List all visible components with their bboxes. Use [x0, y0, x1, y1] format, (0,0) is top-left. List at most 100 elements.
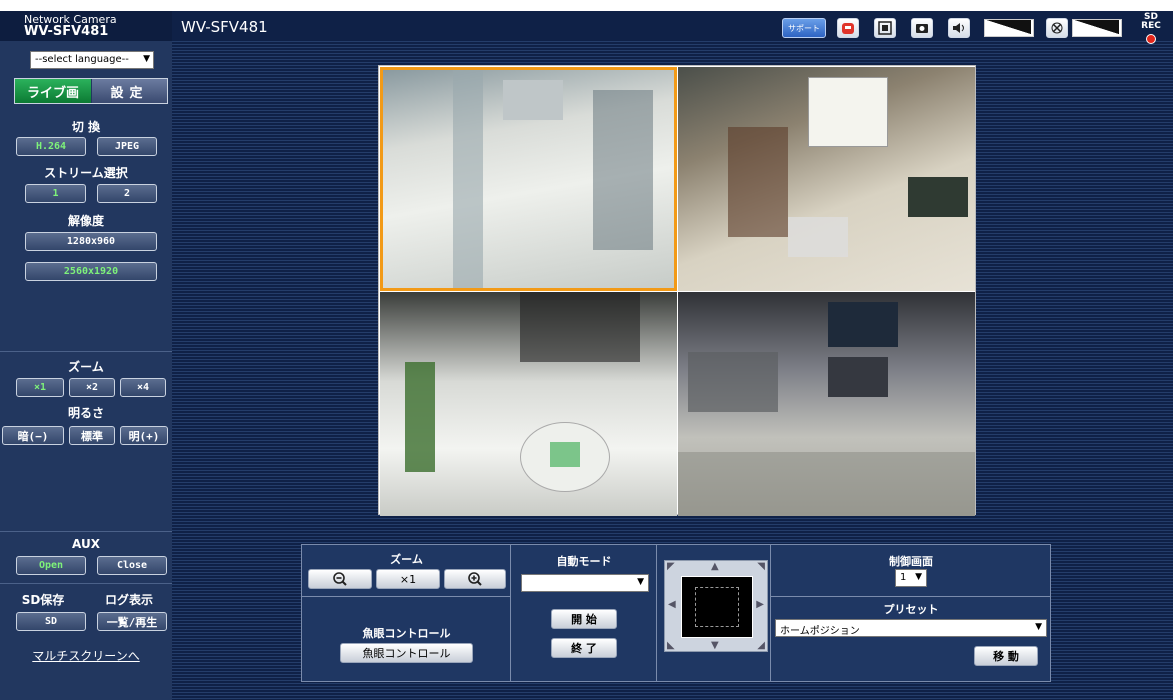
up-arrow-icon[interactable]: ▲: [711, 561, 719, 572]
divider: [302, 596, 511, 597]
record-dot-icon: [1146, 34, 1156, 44]
zoom-x2-button[interactable]: ×2: [69, 378, 115, 397]
tab-settings[interactable]: 設定: [92, 79, 167, 103]
language-select[interactable]: --select language-- ▼: [30, 51, 154, 69]
control-screen-label: 制御画面: [889, 555, 933, 568]
sd-save-label: SD保存: [21, 593, 65, 607]
control-screen-select[interactable]: 1 ▼: [895, 569, 927, 587]
video-quadrant-1[interactable]: [380, 67, 677, 291]
fullscreen-button[interactable]: [874, 18, 896, 38]
crosshair: [695, 587, 739, 627]
video-quadrant-4[interactable]: [678, 292, 975, 516]
camera-app: Network Camera WV-SFV481 WV-SFV481 サポート …: [0, 11, 1173, 700]
video-quadrant-2[interactable]: [678, 67, 975, 291]
right-arrow-icon[interactable]: ▶: [756, 599, 764, 610]
brightness-dark-button[interactable]: 暗(−): [2, 426, 64, 445]
zoom-x1-button[interactable]: ×1: [376, 569, 440, 589]
divider: [0, 351, 172, 352]
brightness-standard-button[interactable]: 標準: [69, 426, 115, 445]
move-button[interactable]: 移 動: [974, 646, 1038, 666]
top-header: Network Camera WV-SFV481 WV-SFV481 サポート …: [0, 11, 1173, 44]
tab-live[interactable]: ライブ画: [15, 79, 91, 103]
control-screen-value: 1: [900, 572, 907, 583]
divider: [771, 596, 1051, 597]
brightness-light-button[interactable]: 明(+): [120, 426, 168, 445]
speaker-button[interactable]: [948, 18, 970, 38]
start-button[interactable]: 開 始: [551, 609, 617, 629]
page-title: WV-SFV481: [181, 18, 268, 36]
aux-label: AUX: [72, 537, 100, 551]
preset-label: プリセット: [883, 603, 939, 616]
auto-mode-label: 自動モード: [556, 555, 612, 568]
stream-1-button[interactable]: 1: [25, 184, 86, 203]
zoom-x1-button[interactable]: ×1: [16, 378, 64, 397]
stream-2-button[interactable]: 2: [97, 184, 157, 203]
down-right-arrow-icon[interactable]: ◢: [757, 640, 765, 651]
down-left-arrow-icon[interactable]: ◣: [667, 640, 675, 651]
speaker-icon: [953, 23, 964, 33]
switch-label: 切 換: [71, 120, 101, 134]
preset-value: ホームポジション: [780, 626, 860, 637]
chevron-down-icon: ▼: [143, 54, 150, 64]
sd-button[interactable]: SD: [16, 612, 86, 631]
brightness-label: 明るさ: [67, 406, 104, 420]
mic-muted-icon: [1051, 22, 1063, 34]
left-arrow-icon[interactable]: ◀: [668, 599, 676, 610]
chevron-down-icon: ▼: [1035, 622, 1042, 632]
sidebar: --select language-- ▼ ライブ画 設定 切 換 H.264 …: [0, 41, 172, 700]
chevron-down-icon: ▼: [915, 572, 922, 582]
snapshot-button[interactable]: [911, 18, 933, 38]
down-arrow-icon[interactable]: ▼: [711, 640, 719, 651]
fisheye-label: 魚眼コントロール: [362, 627, 451, 640]
aux-open-button[interactable]: Open: [16, 556, 86, 575]
log-label: ログ表示: [104, 593, 153, 607]
list-play-button[interactable]: 一覧/再生: [97, 612, 167, 631]
chevron-down-icon: ▼: [637, 577, 644, 587]
mic-volume-slider[interactable]: [1072, 19, 1122, 37]
resolution-label: 解像度: [67, 214, 104, 228]
zoom-out-button[interactable]: [308, 569, 372, 589]
support-label: サポート: [788, 23, 820, 33]
video-quadrant-3[interactable]: [380, 292, 677, 516]
camera-icon: [916, 24, 928, 33]
language-select-value: --select language--: [35, 54, 129, 65]
preset-box: 制御画面 1 ▼ プリセット ホームポジション ▼ 移 動: [771, 545, 1051, 681]
up-left-arrow-icon[interactable]: ◤: [667, 561, 675, 572]
zoom-fisheye-box: ズーム ×1 魚眼コントロール 魚眼コントロール: [302, 545, 511, 681]
alarm-icon: [842, 23, 854, 34]
codec-h264-button[interactable]: H.264: [16, 137, 86, 156]
speaker-volume-slider[interactable]: [984, 19, 1034, 37]
zoom-label: ズーム: [68, 360, 104, 374]
direction-pad[interactable]: ◤ ▲ ◥ ◀ ▶ ◣ ▼ ◢: [664, 560, 768, 652]
brand: Network Camera WV-SFV481: [0, 11, 172, 41]
mic-button[interactable]: [1046, 18, 1068, 38]
brand-model: WV-SFV481: [24, 24, 109, 39]
up-right-arrow-icon[interactable]: ◥: [757, 561, 765, 572]
mode-tabs: ライブ画 設定: [14, 78, 168, 104]
resolution-1280-button[interactable]: 1280x960: [25, 232, 157, 251]
sd-rec-indicator: SD REC: [1136, 13, 1166, 44]
zoom-in-button[interactable]: [444, 569, 506, 589]
fullscreen-icon: [878, 21, 892, 35]
fisheye-control-button[interactable]: 魚眼コントロール: [340, 643, 473, 663]
video-view[interactable]: [378, 65, 976, 516]
sd-rec-label: SD REC: [1141, 12, 1161, 31]
aux-close-button[interactable]: Close: [97, 556, 167, 575]
stop-button[interactable]: 終 了: [551, 638, 617, 658]
zoom-out-icon: [333, 572, 347, 586]
pan-tilt-box: ◤ ▲ ◥ ◀ ▶ ◣ ▼ ◢: [657, 545, 771, 681]
preset-select[interactable]: ホームポジション ▼: [775, 619, 1047, 637]
alarm-button[interactable]: [837, 18, 859, 38]
divider: [0, 531, 172, 532]
divider: [0, 583, 172, 584]
codec-jpeg-button[interactable]: JPEG: [97, 137, 157, 156]
control-panel: ズーム ×1 魚眼コントロール 魚眼コントロール 自動モード ▼ 開 始 終 了: [301, 544, 1051, 682]
auto-mode-select[interactable]: ▼: [521, 574, 649, 592]
zoom-in-icon: [468, 572, 482, 586]
resolution-2560-button[interactable]: 2560x1920: [25, 262, 157, 281]
stream-label: ストリーム選択: [44, 166, 128, 180]
multiscreen-link[interactable]: マルチスクリーンへ: [0, 647, 172, 664]
zoom-x4-button[interactable]: ×4: [120, 378, 166, 397]
auto-mode-box: 自動モード ▼ 開 始 終 了: [511, 545, 657, 681]
support-button[interactable]: サポート: [782, 18, 826, 38]
